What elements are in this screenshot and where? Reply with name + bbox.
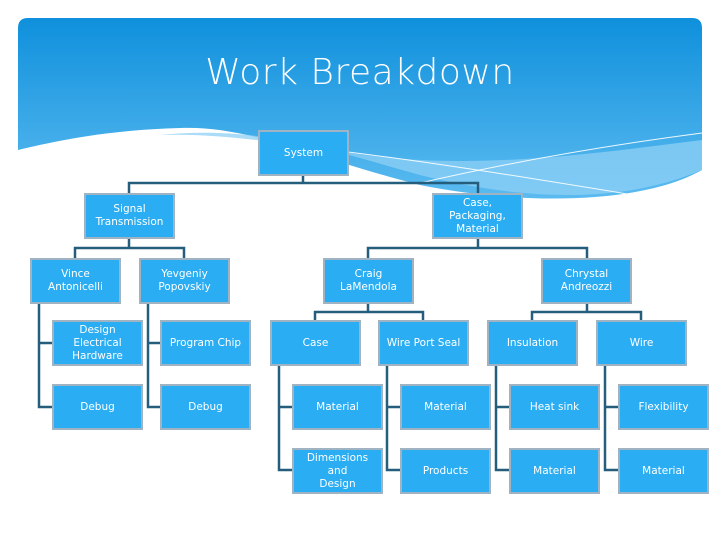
node-vince-debug[interactable]: Debug — [52, 384, 143, 430]
node-craig-lamendola[interactable]: Craig LaMendola — [323, 258, 414, 304]
connector — [530, 303, 643, 320]
node-wire[interactable]: Wire — [596, 320, 687, 366]
node-wire-port-material[interactable]: Material — [400, 384, 491, 430]
connector — [277, 366, 292, 472]
connector — [366, 238, 589, 258]
node-yevgeniy-debug[interactable]: Debug — [160, 384, 251, 430]
connector — [494, 366, 509, 472]
connector — [603, 366, 618, 472]
node-vince-antonicelli[interactable]: Vince Antonicelli — [30, 258, 121, 304]
node-wire-port-seal[interactable]: Wire Port Seal — [378, 320, 469, 366]
node-chrystal-andreozzi[interactable]: Chrystal Andreozzi — [541, 258, 632, 304]
node-case[interactable]: Case — [270, 320, 361, 366]
connector — [313, 303, 425, 320]
node-dimensions-and-design[interactable]: Dimensions and Design — [292, 448, 383, 494]
connector — [385, 366, 400, 472]
connector — [37, 303, 52, 409]
node-design-electrical-hardware[interactable]: Design Electrical Hardware — [52, 320, 143, 366]
node-flexibility[interactable]: Flexibility — [618, 384, 709, 430]
node-wire-material[interactable]: Material — [618, 448, 709, 494]
node-program-chip[interactable]: Program Chip — [160, 320, 251, 366]
node-insulation-material[interactable]: Material — [509, 448, 600, 494]
node-system[interactable]: System — [258, 130, 349, 176]
node-insulation[interactable]: Insulation — [487, 320, 578, 366]
node-yevgeniy-popovskiy[interactable]: Yevgeniy Popovskiy — [139, 258, 230, 304]
node-case-packaging-material[interactable]: Case, Packaging, Material — [432, 193, 523, 239]
node-products[interactable]: Products — [400, 448, 491, 494]
connector — [127, 175, 480, 193]
node-signal-transmission[interactable]: Signal Transmission — [84, 193, 175, 239]
node-heat-sink[interactable]: Heat sink — [509, 384, 600, 430]
connector — [73, 238, 186, 258]
node-case-material[interactable]: Material — [292, 384, 383, 430]
connector — [146, 303, 160, 409]
